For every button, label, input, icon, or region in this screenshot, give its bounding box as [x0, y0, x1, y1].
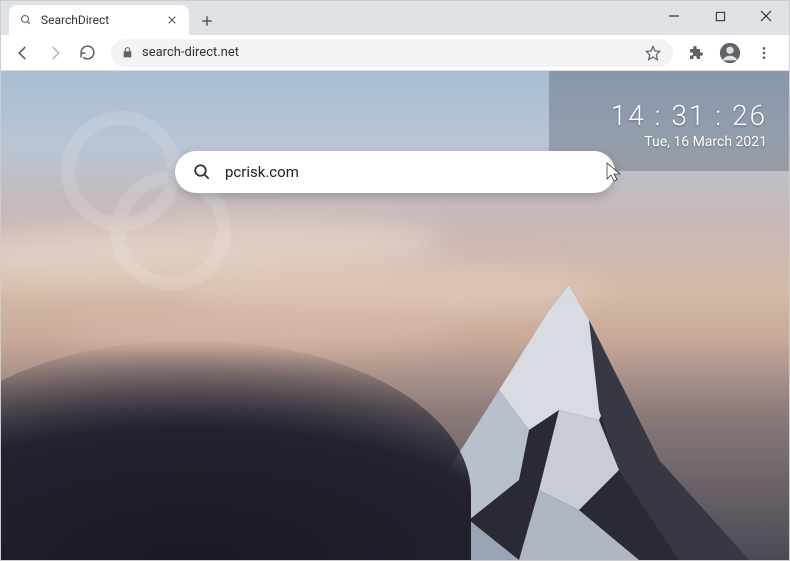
- titlebar: SearchDirect: [1, 1, 789, 35]
- page-content: 14 : 31 : 26 Tue, 16 March 2021 pcrisk.c…: [1, 71, 789, 560]
- browser-toolbar: search-direct.net: [1, 35, 789, 71]
- lock-icon: [121, 46, 134, 59]
- toolbar-right: [683, 40, 781, 66]
- bookmark-star-icon[interactable]: [645, 45, 661, 61]
- search-icon: [19, 13, 33, 27]
- new-tab-button[interactable]: [193, 7, 221, 35]
- address-bar[interactable]: search-direct.net: [111, 39, 673, 67]
- tab-title: SearchDirect: [41, 13, 109, 27]
- menu-icon[interactable]: [751, 40, 777, 66]
- extensions-icon[interactable]: [683, 40, 709, 66]
- close-icon[interactable]: [165, 13, 179, 27]
- browser-window: SearchDirect search-direct.net: [0, 0, 790, 561]
- url-text: search-direct.net: [142, 45, 239, 60]
- maximize-button[interactable]: [697, 1, 743, 31]
- window-controls: [651, 1, 789, 31]
- search-icon: [193, 163, 211, 181]
- forward-button[interactable]: [41, 39, 69, 67]
- clock-widget: 14 : 31 : 26 Tue, 16 March 2021: [611, 99, 767, 150]
- reload-button[interactable]: [73, 39, 101, 67]
- clock-time: 14 : 31 : 26: [611, 99, 767, 132]
- close-window-button[interactable]: [743, 1, 789, 31]
- search-bar[interactable]: pcrisk.com: [175, 151, 615, 193]
- clock-date: Tue, 16 March 2021: [611, 134, 767, 150]
- browser-tab[interactable]: SearchDirect: [9, 5, 189, 35]
- profile-avatar-icon[interactable]: [717, 40, 743, 66]
- back-button[interactable]: [9, 39, 37, 67]
- search-input[interactable]: pcrisk.com: [225, 163, 597, 181]
- minimize-button[interactable]: [651, 1, 697, 31]
